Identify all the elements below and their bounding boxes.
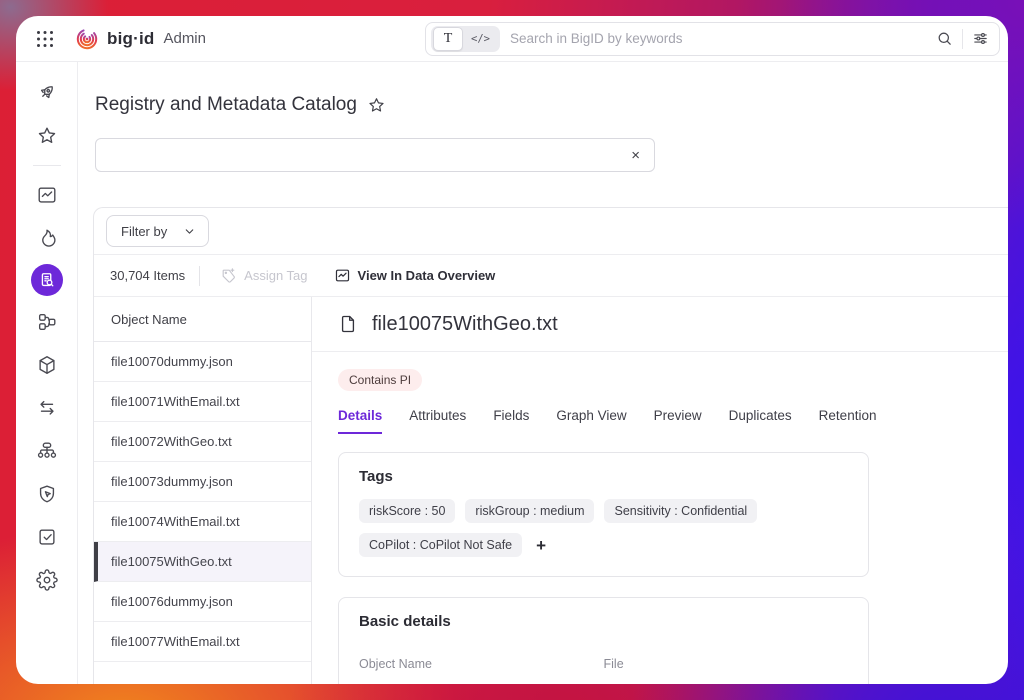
clear-search-button[interactable]: × [629,148,642,163]
tab-attributes[interactable]: Attributes [409,408,466,434]
table-row[interactable]: file10077WithEmail.txt [94,622,311,662]
tab-graph-view[interactable]: Graph View [556,408,626,434]
table-row[interactable]: file10070dummy.json [94,342,311,382]
search-divider [962,29,963,49]
file-icon [338,314,358,334]
results-toolbar: 30,704 Items Assign Tag [94,255,1008,297]
brand-name: big·id [107,29,154,49]
data-overview-icon[interactable] [30,178,64,212]
brand-product: Admin [163,30,206,47]
field-label: File [604,657,849,671]
apps-grid-icon[interactable] [30,24,60,54]
search-icon[interactable] [936,30,953,47]
field-label: Object Name [359,657,604,671]
object-title: file10075WithGeo.txt [372,313,558,336]
table-row[interactable]: file10072WithGeo.txt [94,422,311,462]
clusters-icon[interactable] [30,305,64,339]
catalog-search-input[interactable] [108,147,629,164]
chevron-down-icon [183,225,196,238]
assign-tag-button[interactable]: Assign Tag [214,267,313,284]
detail-tabs: Details Attributes Fields Graph View Pre… [338,408,1008,434]
tag-chip[interactable]: CoPilot : CoPilot Not Safe [359,533,522,557]
basic-details-title: Basic details [359,613,848,630]
table-row-selected[interactable]: file10075WithGeo.txt [94,542,311,582]
tab-duplicates[interactable]: Duplicates [729,408,792,434]
add-tag-button[interactable]: + [532,537,550,554]
object-table: Object Name file10070dummy.json file1007… [94,297,312,684]
favorite-star-icon[interactable] [367,96,386,115]
gradient-frame: big·id Admin T </> [0,0,1024,700]
bigid-logo [74,26,100,52]
table-row[interactable]: file10074WithEmail.txt [94,502,311,542]
tag-chip[interactable]: riskScore : 50 [359,499,455,523]
hotspots-icon[interactable] [30,221,64,255]
table-row[interactable]: file10071WithEmail.txt [94,382,311,422]
table-row[interactable]: file10073dummy.json [94,462,311,502]
main-content: Registry and Metadata Catalog × Filter b [78,62,1008,684]
table-row[interactable]: file10076dummy.json [94,582,311,622]
data-overview-chart-icon [334,267,351,284]
global-search-input[interactable] [500,31,936,46]
tag-chip[interactable]: riskGroup : medium [465,499,594,523]
settings-icon[interactable] [30,563,64,597]
tag-chip[interactable]: Sensitivity : Confidential [604,499,757,523]
column-header-object-name[interactable]: Object Name [94,297,311,342]
toolbar-divider [199,266,200,286]
text-mode-button[interactable]: T [433,27,463,51]
topbar: big·id Admin T </> [16,16,1008,62]
star-icon[interactable] [30,119,64,153]
items-count: 30,704 Items [110,268,185,283]
security-icon[interactable] [30,477,64,511]
assets-icon[interactable] [30,348,64,382]
rocket-icon[interactable] [30,76,64,110]
policies-icon[interactable] [30,520,64,554]
view-overview-label: View In Data Overview [358,268,496,283]
catalog-search: × [95,138,655,172]
catalog-icon[interactable] [31,264,63,296]
global-search: T </> [425,22,1000,56]
code-mode-button[interactable]: </> [463,33,498,45]
filter-by-label: Filter by [121,224,167,239]
app-window: big·id Admin T </> [16,16,1008,684]
assign-tag-label: Assign Tag [244,268,307,283]
contains-pi-badge: Contains PI [338,369,422,391]
view-in-data-overview-button[interactable]: View In Data Overview [328,267,502,284]
sidebar-divider [33,165,61,166]
catalog-panel: Filter by 30,704 Items [93,207,1008,684]
filter-by-button[interactable]: Filter by [106,215,209,247]
tab-retention[interactable]: Retention [819,408,877,434]
detail-pane: file10075WithGeo.txt Contains PI Details… [312,297,1008,684]
query-builder-icon[interactable] [972,30,989,47]
tab-preview[interactable]: Preview [654,408,702,434]
tags-card-title: Tags [359,468,848,485]
tag-plus-icon [220,267,237,284]
sidebar [16,62,78,684]
search-mode-toggle: T </> [431,26,500,52]
basic-details-card: Basic details Object Name File [338,597,869,684]
page-title: Registry and Metadata Catalog [95,94,357,116]
brand: big·id Admin [74,26,206,52]
transfer-icon[interactable] [30,391,64,425]
tab-fields[interactable]: Fields [493,408,529,434]
tags-card: Tags riskScore : 50 riskGroup : medium S… [338,452,869,577]
tab-details[interactable]: Details [338,408,382,434]
hierarchy-icon[interactable] [30,434,64,468]
